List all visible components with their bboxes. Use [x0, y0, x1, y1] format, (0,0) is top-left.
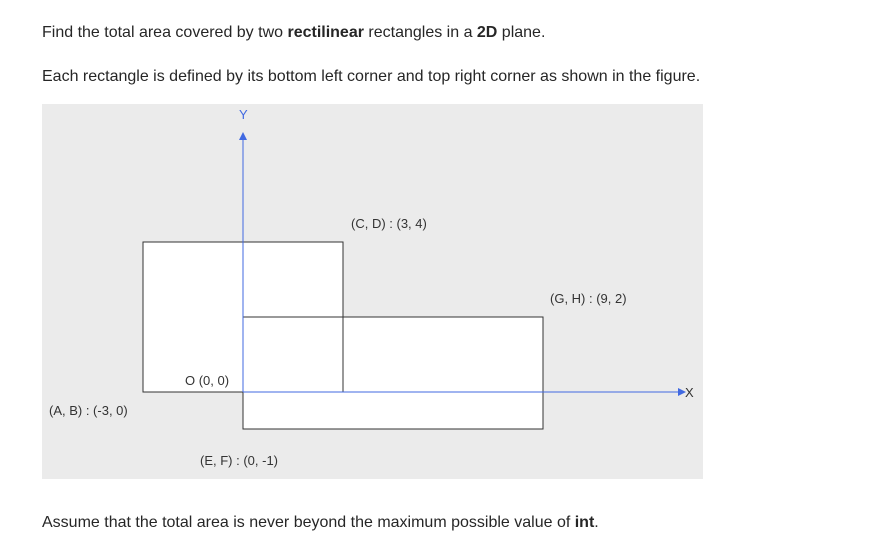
- y-axis-label: Y: [239, 107, 248, 122]
- rectangle-area-figure: Y X O (0, 0) (A, B) : (-3, 0) (C, D) : (…: [42, 104, 703, 479]
- label-c-d: (C, D) : (3, 4): [351, 216, 427, 231]
- problem-statement-line-1: Find the total area covered by two recti…: [42, 23, 545, 43]
- p1-bold-rectilinear: rectilinear: [287, 24, 364, 41]
- p1-text-middle: rectangles in a: [363, 24, 477, 41]
- rectangle-2: [242, 316, 544, 430]
- label-g-h: (G, H) : (9, 2): [550, 291, 627, 306]
- label-e-f: (E, F) : (0, -1): [200, 453, 278, 468]
- p3-bold-int: int: [574, 514, 595, 531]
- p3-text-after: .: [594, 514, 599, 531]
- p3-text-before: Assume that the total area is never beyo…: [42, 514, 575, 531]
- label-a-b: (A, B) : (-3, 0): [49, 403, 128, 418]
- p1-text-after: plane.: [497, 24, 546, 41]
- x-axis-label: X: [685, 385, 694, 400]
- p1-bold-2d: 2D: [476, 24, 498, 41]
- origin-label: O (0, 0): [185, 373, 229, 388]
- p1-text-before: Find the total area covered by two: [42, 24, 288, 41]
- problem-statement-line-3: Assume that the total area is never beyo…: [42, 513, 599, 533]
- problem-statement-line-2: Each rectangle is defined by its bottom …: [42, 68, 701, 85]
- figure-svg: Y X O (0, 0) (A, B) : (-3, 0) (C, D) : (…: [49, 107, 694, 468]
